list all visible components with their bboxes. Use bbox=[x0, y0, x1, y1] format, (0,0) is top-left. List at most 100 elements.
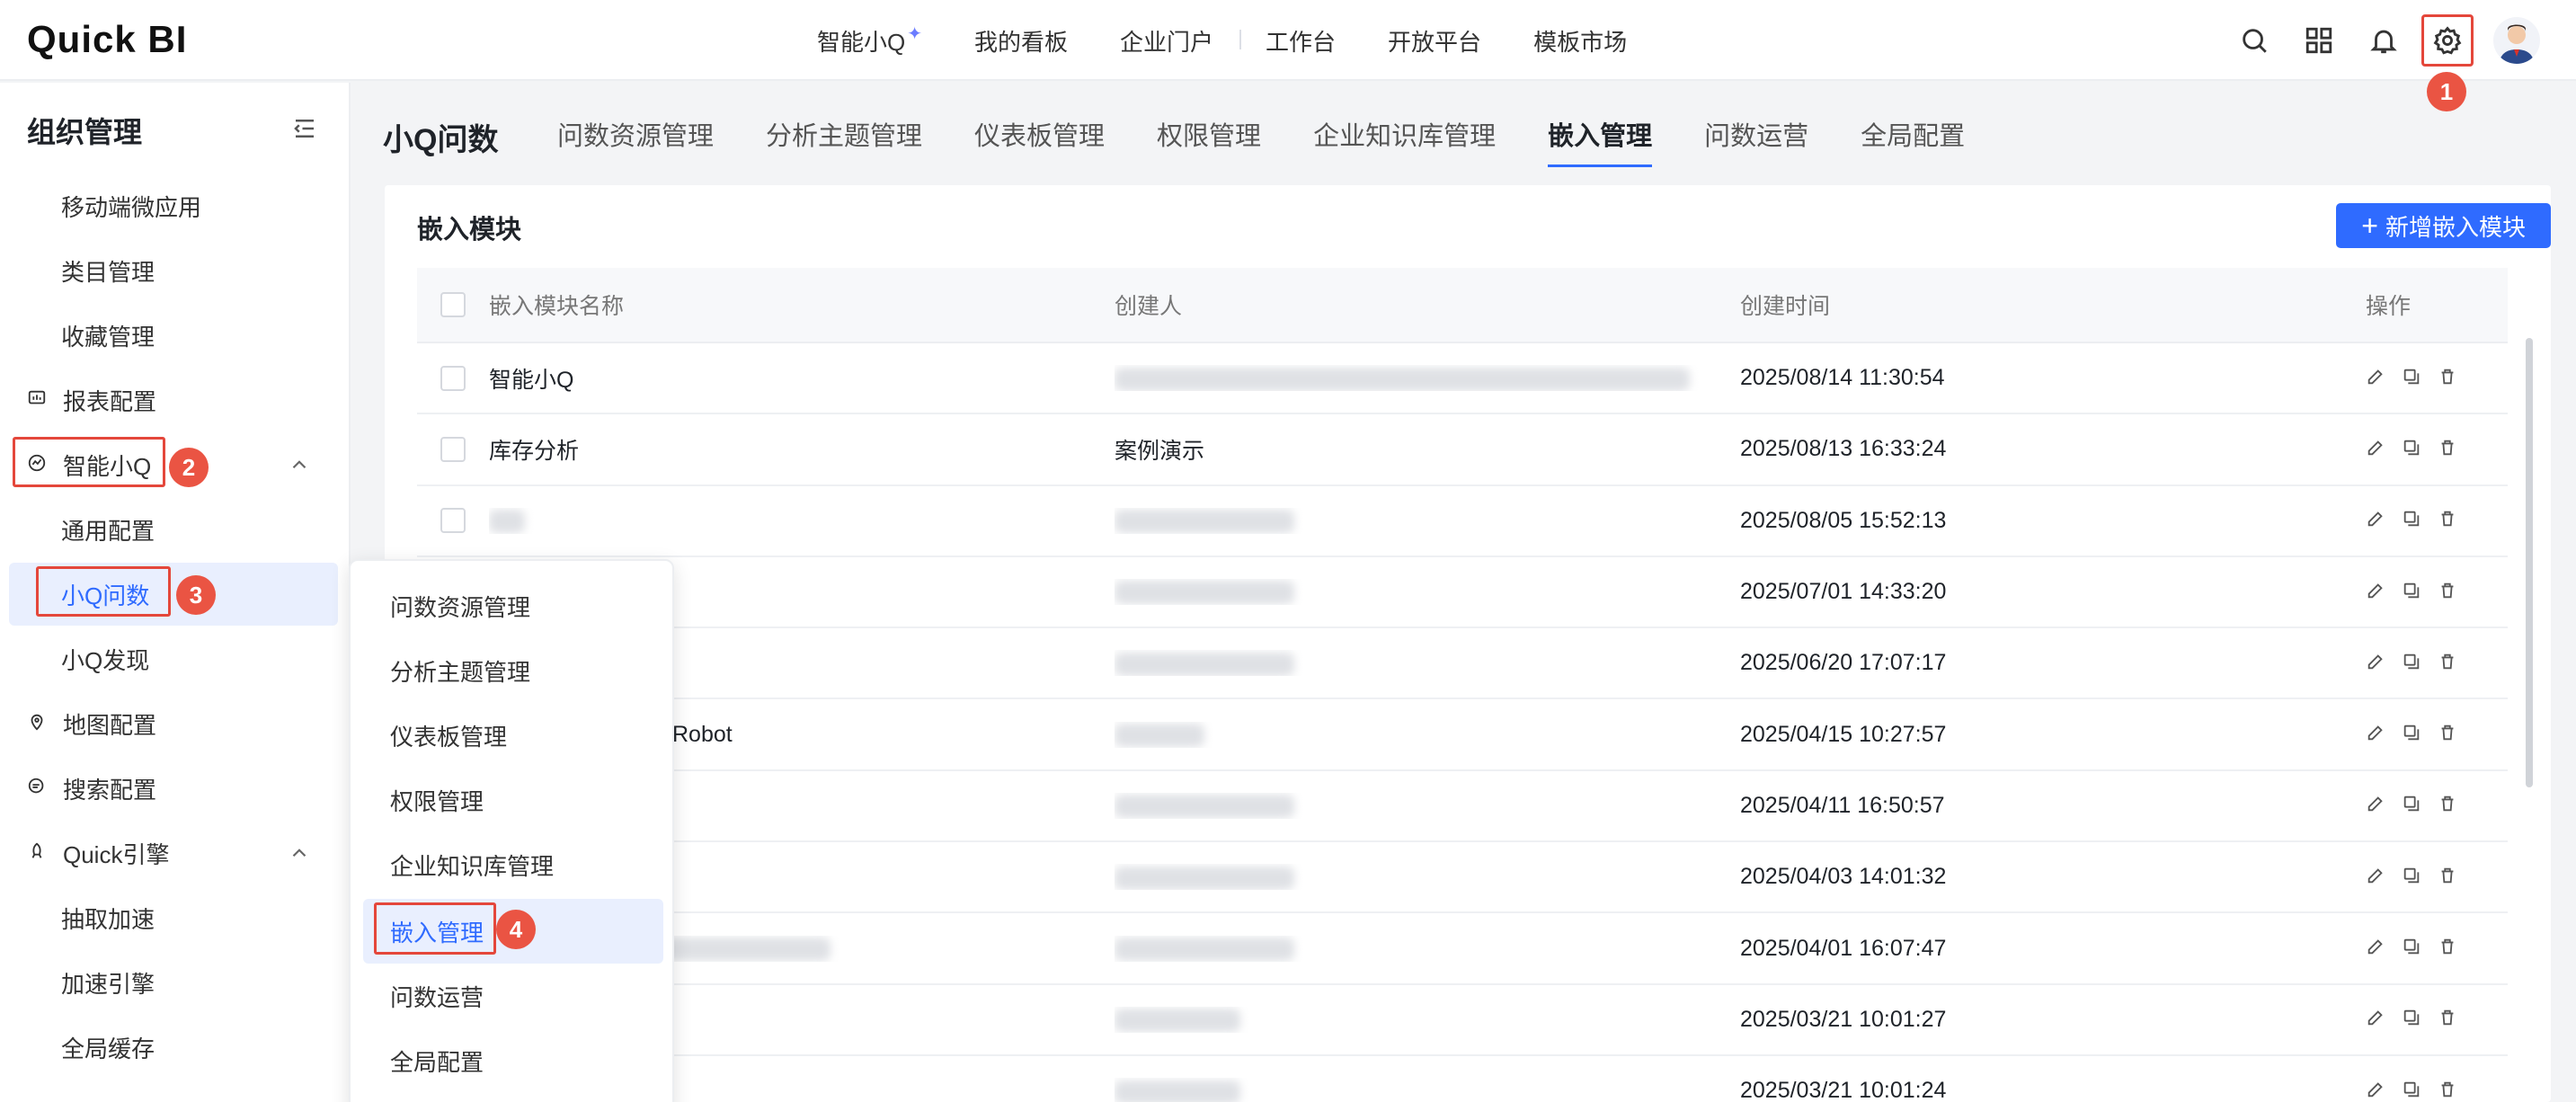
table-row[interactable]: 2025/04/01 16:07:47 bbox=[417, 913, 2508, 985]
tab-knowledge[interactable]: 企业知识库管理 bbox=[1313, 115, 1496, 153]
redacted-text bbox=[1115, 937, 1294, 961]
table-header: 嵌入模块名称 创建人 创建时间 操作 bbox=[417, 268, 2508, 343]
settings-gear-icon[interactable] bbox=[2421, 14, 2474, 67]
edit-icon[interactable] bbox=[2366, 866, 2389, 889]
nav-item-smart-q[interactable]: 智能小Q ✦ bbox=[791, 24, 948, 58]
sidebar-item-general-config[interactable]: 通用配置 bbox=[0, 498, 351, 561]
edit-icon[interactable] bbox=[2366, 794, 2389, 817]
redacted-text bbox=[1115, 652, 1294, 676]
embed-copy-icon[interactable] bbox=[2402, 509, 2425, 532]
table-row[interactable]: 智能小Q 2025/08/14 11:30:54 bbox=[417, 343, 2508, 415]
app-logo[interactable]: Quick BI bbox=[27, 18, 187, 61]
edit-icon[interactable] bbox=[2366, 367, 2389, 390]
chevron-up-icon[interactable] bbox=[288, 841, 311, 865]
sidebar-item-mobile-app[interactable]: 移动端微应用 bbox=[0, 174, 351, 237]
table-scrollbar[interactable] bbox=[2526, 338, 2533, 787]
embed-copy-icon[interactable] bbox=[2402, 1080, 2425, 1102]
menu-item-resource[interactable]: 问数资源管理 bbox=[363, 573, 663, 638]
delete-icon[interactable] bbox=[2438, 937, 2461, 960]
table-row[interactable]: 2025/03/21 10:01:24 bbox=[417, 1056, 2508, 1102]
row-checkbox[interactable] bbox=[440, 365, 466, 391]
delete-icon[interactable] bbox=[2438, 652, 2461, 675]
embed-copy-icon[interactable] bbox=[2402, 367, 2425, 390]
tab-permission[interactable]: 权限管理 bbox=[1157, 115, 1261, 153]
sidebar-item-search-config[interactable]: 搜索配置 bbox=[0, 757, 351, 820]
edit-icon[interactable] bbox=[2366, 509, 2389, 532]
delete-icon[interactable] bbox=[2438, 438, 2461, 461]
edit-icon[interactable] bbox=[2366, 652, 2389, 675]
edit-icon[interactable] bbox=[2366, 438, 2389, 461]
delete-icon[interactable] bbox=[2438, 581, 2461, 604]
apps-grid-icon[interactable] bbox=[2299, 21, 2339, 60]
edit-icon[interactable] bbox=[2366, 937, 2389, 960]
tab-resource[interactable]: 问数资源管理 bbox=[557, 115, 714, 153]
nav-item-template-market[interactable]: 模板市场 bbox=[1507, 24, 1653, 58]
sidebar-item-category[interactable]: 类目管理 bbox=[0, 239, 351, 302]
collapse-sidebar-icon[interactable] bbox=[291, 115, 318, 142]
nav-item-my-boards[interactable]: 我的看板 bbox=[948, 24, 1094, 58]
delete-icon[interactable] bbox=[2438, 794, 2461, 817]
table-row[interactable]: 2025/03/21 10:01:27 bbox=[417, 985, 2508, 1056]
embed-copy-icon[interactable] bbox=[2402, 794, 2425, 817]
menu-item-analysis-topic[interactable]: 分析主题管理 bbox=[363, 638, 663, 703]
cell-ops bbox=[2366, 1008, 2508, 1031]
sidebar-item-map-config[interactable]: 地图配置 bbox=[0, 692, 351, 755]
delete-icon[interactable] bbox=[2438, 1080, 2461, 1102]
bell-icon[interactable] bbox=[2364, 21, 2403, 60]
row-checkbox[interactable] bbox=[440, 508, 466, 534]
tab-analysis-topic[interactable]: 分析主题管理 bbox=[766, 115, 922, 153]
tab-dashboard[interactable]: 仪表板管理 bbox=[974, 115, 1105, 153]
delete-icon[interactable] bbox=[2438, 723, 2461, 746]
embed-copy-icon[interactable] bbox=[2402, 652, 2425, 675]
edit-icon[interactable] bbox=[2366, 581, 2389, 604]
embed-copy-icon[interactable] bbox=[2402, 866, 2425, 889]
chevron-up-icon[interactable] bbox=[288, 453, 311, 476]
menu-item-dashboard[interactable]: 仪表板管理 bbox=[363, 703, 663, 768]
embed-copy-icon[interactable] bbox=[2402, 581, 2425, 604]
sidebar-item-extract-accel[interactable]: 抽取加速 bbox=[0, 886, 351, 949]
menu-item-permission[interactable]: 权限管理 bbox=[363, 768, 663, 832]
cell-time: 2025/08/13 16:33:24 bbox=[1740, 436, 1947, 462]
edit-icon[interactable] bbox=[2366, 723, 2389, 746]
menu-item-operations[interactable]: 问数运营 bbox=[363, 964, 663, 1028]
menu-item-global-config[interactable]: 全局配置 bbox=[363, 1028, 663, 1093]
sidebar-item-report-config[interactable]: 报表配置 bbox=[0, 369, 351, 431]
table-row[interactable]: 2025/04/11 16:50:57 bbox=[417, 771, 2508, 843]
embed-copy-icon[interactable] bbox=[2402, 723, 2425, 746]
embed-copy-icon[interactable] bbox=[2402, 937, 2425, 960]
add-embed-module-button[interactable]: + 新增嵌入模块 bbox=[2336, 203, 2551, 248]
table-row[interactable]: Robot 2025/04/15 10:27:57 bbox=[417, 699, 2508, 771]
table-row[interactable]: 2025/04/03 14:01:32 bbox=[417, 842, 2508, 914]
delete-icon[interactable] bbox=[2438, 509, 2461, 532]
sidebar-item-favorites[interactable]: 收藏管理 bbox=[0, 304, 351, 367]
table-row[interactable]: 2025/06/20 17:07:17 bbox=[417, 628, 2508, 700]
edit-icon[interactable] bbox=[2366, 1008, 2389, 1031]
sidebar-item-accel-engine[interactable]: 加速引擎 bbox=[0, 951, 351, 1014]
col-creator: 创建人 bbox=[1115, 294, 1183, 319]
tab-embed[interactable]: 嵌入管理 bbox=[1548, 115, 1653, 167]
table-row[interactable]: 库存分析 案例演示 2025/08/13 16:33:24 bbox=[417, 414, 2508, 486]
sidebar-item-quick-engine[interactable]: Quick引擎 bbox=[0, 822, 351, 884]
menu-item-knowledge[interactable]: 企业知识库管理 bbox=[363, 832, 663, 897]
table-row[interactable]: 2025/07/01 14:33:20 bbox=[417, 557, 2508, 629]
tab-global-config[interactable]: 全局配置 bbox=[1861, 115, 1965, 153]
nav-item-portal[interactable]: 企业门户 bbox=[1094, 24, 1239, 58]
cell-name: 智能小Q bbox=[489, 367, 574, 393]
sidebar-item-global-cache[interactable]: 全局缓存 bbox=[0, 1016, 351, 1079]
user-avatar[interactable] bbox=[2493, 17, 2540, 64]
search-icon[interactable] bbox=[2234, 21, 2274, 60]
sidebar-item-q-discover[interactable]: 小Q发现 bbox=[0, 627, 351, 690]
select-all-checkbox[interactable] bbox=[440, 292, 466, 317]
tab-operations[interactable]: 问数运营 bbox=[1704, 115, 1808, 153]
edit-icon[interactable] bbox=[2366, 1080, 2389, 1102]
nav-item-workbench[interactable]: 工作台 bbox=[1239, 24, 1362, 58]
table-row[interactable]: 2025/08/05 15:52:13 bbox=[417, 486, 2508, 557]
delete-icon[interactable] bbox=[2438, 367, 2461, 390]
nav-item-open-platform[interactable]: 开放平台 bbox=[1362, 24, 1507, 58]
embed-copy-icon[interactable] bbox=[2402, 438, 2425, 461]
row-checkbox[interactable] bbox=[440, 436, 466, 462]
delete-icon[interactable] bbox=[2438, 866, 2461, 889]
cell-creator bbox=[1115, 650, 1740, 676]
embed-copy-icon[interactable] bbox=[2402, 1008, 2425, 1031]
delete-icon[interactable] bbox=[2438, 1008, 2461, 1031]
